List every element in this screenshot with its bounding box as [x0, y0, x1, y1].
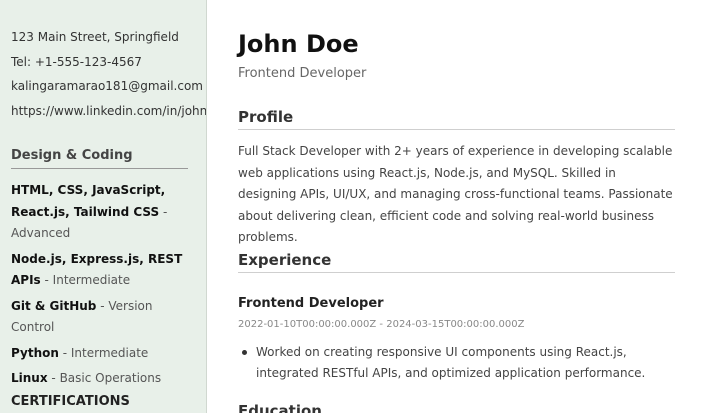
- certifications-heading: CERTIFICATIONS: [11, 394, 130, 409]
- job-bullet-list: Worked on creating responsive UI compone…: [238, 342, 675, 383]
- skill-level: Basic Operations: [59, 371, 162, 385]
- skill-name: Git & GitHub: [11, 298, 97, 313]
- education-heading: Education: [238, 402, 322, 413]
- sidebar: 123 Main Street, Springfield Tel: +1-555…: [0, 0, 207, 413]
- candidate-name: John Doe: [238, 30, 359, 58]
- skills-list: HTML, CSS, JavaScript, React.js, Tailwin…: [11, 180, 196, 390]
- contact-phone: Tel: +1-555-123-4567: [11, 54, 142, 69]
- contact-email[interactable]: kalingaramarao181@gmail.com: [11, 78, 206, 103]
- candidate-role: Frontend Developer: [238, 66, 367, 81]
- skill-level: Advanced: [11, 226, 71, 240]
- skill-name: Python: [11, 345, 59, 360]
- skill-level: Intermediate: [70, 345, 149, 360]
- skill-level: Intermediate: [52, 273, 131, 287]
- skill-item: Node.js, Express.js, REST APIs - Interme…: [11, 251, 183, 288]
- job-dates: 2022-01-10T00:00:00.000Z - 2024-03-15T00…: [238, 319, 525, 330]
- profile-heading: Profile: [238, 108, 675, 130]
- contact-linkedin[interactable]: https://www.linkedin.com/in/johndoe: [11, 103, 206, 128]
- skill-item: Linux - Basic Operations: [11, 371, 162, 385]
- job-title: Frontend Developer: [238, 296, 384, 311]
- skill-item: Git & GitHub - Version Control: [11, 298, 153, 335]
- experience-heading: Experience: [238, 251, 675, 273]
- contact-address: 123 Main Street, Springfield: [11, 30, 179, 44]
- profile-summary: Full Stack Developer with 2+ years of ex…: [238, 144, 673, 244]
- skill-item: HTML, CSS, JavaScript, React.js, Tailwin…: [11, 183, 168, 240]
- skill-item: Python - Intermediate: [11, 345, 149, 360]
- job-bullet: Worked on creating responsive UI compone…: [238, 342, 675, 383]
- skills-heading: Design & Coding: [11, 148, 188, 169]
- skill-name: Linux: [11, 371, 48, 385]
- contact-info: 123 Main Street, Springfield Tel: +1-555…: [11, 29, 206, 128]
- skill-name: HTML, CSS, JavaScript, React.js, Tailwin…: [11, 183, 166, 219]
